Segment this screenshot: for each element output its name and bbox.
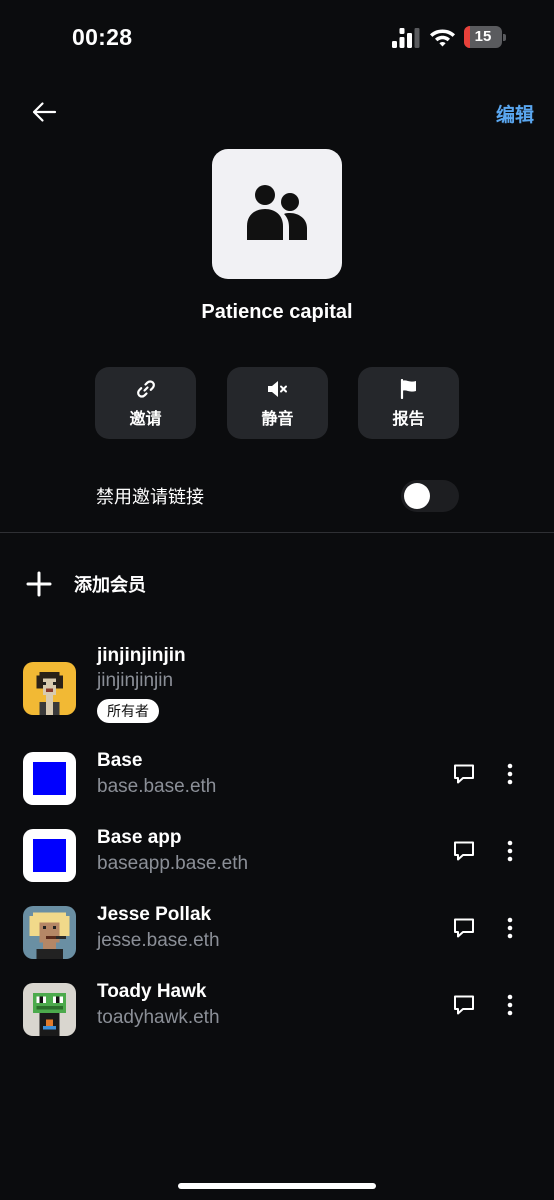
add-member-button[interactable]: 添加会员 [26, 566, 146, 602]
edit-button[interactable]: 编辑 [496, 100, 534, 127]
member-row[interactable]: Toady Hawk toadyhawk.eth [0, 979, 554, 1039]
back-button[interactable] [28, 96, 60, 128]
vertical-dots-icon [507, 994, 513, 1016]
more-options-button[interactable] [498, 914, 522, 942]
toggle-knob [404, 483, 430, 509]
member-avatar[interactable] [23, 662, 76, 715]
plus-icon [26, 571, 52, 597]
member-name: Jesse Pollak [97, 904, 212, 925]
member-row[interactable]: Base app baseapp.base.eth [0, 825, 554, 885]
chat-bubble-icon [454, 995, 474, 1015]
vertical-dots-icon [507, 917, 513, 939]
report-label: 报告 [392, 410, 425, 428]
message-button[interactable] [450, 914, 478, 942]
cellular-signal-icon [392, 28, 420, 48]
chat-bubble-icon [454, 841, 474, 861]
chat-bubble-icon [454, 764, 474, 784]
battery-percentage: 15 [474, 28, 492, 45]
flag-icon [400, 378, 416, 399]
base-square-icon [33, 762, 66, 795]
arrow-left-icon [32, 102, 57, 122]
message-button[interactable] [450, 837, 478, 865]
disable-invite-link-label: 禁用邀请链接 [96, 487, 204, 507]
home-indicator [178, 1183, 376, 1189]
member-avatar[interactable] [23, 906, 76, 959]
section-divider [0, 532, 554, 533]
add-member-label: 添加会员 [74, 575, 146, 595]
member-handle: base.base.eth [97, 776, 217, 797]
member-name: Base [97, 750, 143, 771]
message-button[interactable] [450, 991, 478, 1019]
member-handle: baseapp.base.eth [97, 853, 249, 874]
vertical-dots-icon [507, 763, 513, 785]
mute-label: 静音 [261, 410, 294, 428]
member-handle: jesse.base.eth [97, 930, 220, 951]
member-name: Toady Hawk [97, 981, 207, 1002]
member-name: Base app [97, 827, 182, 848]
member-row[interactable]: Jesse Pollak jesse.base.eth [0, 902, 554, 962]
link-icon [136, 379, 155, 398]
pixel-punk-avatar-icon [23, 906, 76, 959]
pixel-frog-avatar-icon [23, 983, 76, 1036]
disable-invite-link-toggle[interactable] [401, 480, 459, 512]
speaker-muted-icon [267, 380, 287, 397]
vertical-dots-icon [507, 840, 513, 862]
report-button[interactable]: 报告 [358, 367, 459, 439]
battery-indicator: 15 [464, 26, 506, 48]
member-name: jinjinjinjin [97, 645, 186, 666]
chat-bubble-icon [454, 918, 474, 938]
wifi-icon [430, 29, 455, 47]
member-row[interactable]: Base base.base.eth [0, 748, 554, 808]
member-avatar[interactable] [23, 983, 76, 1036]
group-info-screen: 00:28 15 编辑 Patience capital 邀请 静音 报告 禁用… [0, 0, 554, 1200]
more-options-button[interactable] [498, 760, 522, 788]
owner-badge: 所有者 [97, 699, 159, 723]
invite-label: 邀请 [129, 410, 162, 428]
status-bar: 00:28 15 [0, 0, 554, 74]
member-handle: toadyhawk.eth [97, 1007, 220, 1028]
member-handle: jinjinjinjin [97, 670, 174, 691]
status-time: 00:28 [72, 24, 133, 50]
group-avatar[interactable] [212, 149, 342, 279]
more-options-button[interactable] [498, 837, 522, 865]
base-square-icon [33, 839, 66, 872]
member-avatar[interactable] [23, 752, 76, 805]
group-people-icon [247, 185, 307, 240]
message-button[interactable] [450, 760, 478, 788]
mute-button[interactable]: 静音 [227, 367, 328, 439]
member-avatar[interactable] [23, 829, 76, 882]
more-options-button[interactable] [498, 991, 522, 1019]
invite-button[interactable]: 邀请 [95, 367, 196, 439]
group-name: Patience capital [201, 301, 353, 323]
member-row[interactable]: jinjinjinjin jinjinjinjin 所有者 [0, 640, 554, 730]
pixel-punk-avatar-icon [23, 662, 76, 715]
